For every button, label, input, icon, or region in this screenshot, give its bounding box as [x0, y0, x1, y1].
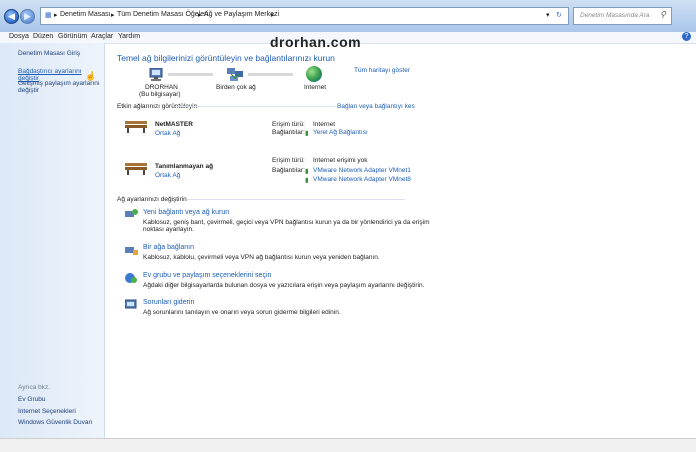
connect-disconnect-link[interactable]: Bağlan veya bağlantıyı kes — [337, 103, 415, 110]
see-also-firewall[interactable]: Windows Güvenlik Duvarı — [18, 419, 92, 426]
task-description: Ağ sorunlarını tanılayın ve onarın veya … — [143, 309, 341, 316]
task-description: Kablosuz, geniş bant, çevirmeli, geçici … — [143, 219, 430, 226]
see-also-homegroup[interactable]: Ev Grubu — [18, 396, 45, 403]
network-name: NetMASTER — [155, 121, 193, 128]
change-settings-title: Ağ ayarlarınızı değiştirin — [117, 196, 187, 203]
control-panel-icon: ▦ — [45, 12, 52, 19]
address-bar[interactable]: ▦ ▸ Denetim Masası ▸ Tüm Denetim Masası … — [40, 7, 569, 25]
menu-edit[interactable]: Düzen — [33, 33, 53, 40]
chevron-right-icon[interactable]: ▸ — [198, 11, 202, 19]
ethernet-icon: ▮ — [305, 177, 309, 184]
help-icon[interactable]: ? — [682, 32, 691, 41]
internet-label[interactable]: Internet — [304, 84, 326, 91]
globe-icon — [306, 66, 322, 82]
task-connect-network-link[interactable]: Bir ağa bağlanın — [143, 244, 194, 251]
connections-label: Bağlantılar: — [272, 129, 305, 136]
status-bar — [0, 438, 696, 452]
breadcrumb-control-panel[interactable]: Denetim Masası — [60, 11, 111, 18]
sidebar: Denetim Masası Giriş Bağdaştırıcı ayarla… — [0, 43, 105, 438]
breadcrumb-all-items[interactable]: Tüm Denetim Masası Öğeleri — [117, 11, 208, 18]
back-button[interactable]: ◀ — [4, 9, 19, 24]
forward-button[interactable]: ▶ — [20, 9, 35, 24]
task-troubleshoot-link[interactable]: Sorunları giderin — [143, 299, 194, 306]
sidebar-item-home[interactable]: Denetim Masası Giriş — [18, 50, 80, 57]
access-type-value: Internet — [313, 121, 336, 128]
task-homegroup-link[interactable]: Ev grubu ve paylaşım seçeneklerini seçin — [143, 272, 271, 279]
connection-link[interactable]: VMware Network Adapter VMnet1 — [313, 167, 411, 174]
sidebar-item-advanced-sharing-line2[interactable]: değiştir — [18, 87, 39, 94]
chevron-right-icon[interactable]: ▸ — [271, 11, 275, 19]
access-type-value: Internet erişimi yok — [313, 157, 368, 164]
address-toolbar: ◀ ▶ ▦ ▸ Denetim Masası ▸ Tüm Denetim Mas… — [0, 0, 696, 33]
connection-link[interactable]: VMware Network Adapter VMnet8 — [313, 176, 411, 183]
troubleshoot-icon — [124, 299, 138, 310]
search-icon[interactable]: ⚲ — [660, 10, 666, 19]
ethernet-icon: ▮ — [305, 130, 309, 137]
task-description: Kablosuz, kablolu, çevirmeli veya VPN ağ… — [143, 254, 380, 261]
network-name: Tanımlanmayan ağ — [155, 163, 214, 170]
section-divider — [175, 106, 335, 107]
map-connector — [168, 73, 213, 76]
menu-view[interactable]: Görünüm — [58, 33, 87, 40]
task-new-connection-link[interactable]: Yeni bağlantı veya ağ kurun — [143, 209, 229, 216]
see-also-internet-options[interactable]: Internet Seçenekleri — [18, 408, 76, 415]
homegroup-icon — [125, 273, 138, 284]
access-type-label: Erişim türü: — [272, 121, 305, 128]
ethernet-icon: ▮ — [305, 168, 309, 175]
network-type-link[interactable]: Ortak Ağ — [155, 130, 180, 137]
menu-help[interactable]: Yardım — [118, 33, 140, 40]
network-type-link[interactable]: Ortak Ağ — [155, 172, 180, 179]
chevron-right-icon[interactable]: ▸ — [54, 11, 58, 19]
page-title: Temel ağ bilgilerinizi görüntüleyin ve b… — [117, 53, 335, 63]
chevron-right-icon[interactable]: ▸ — [111, 11, 115, 19]
connections-label: Bağlantılar: — [272, 167, 305, 174]
computer-sub-label: (Bu bilgisayar) — [139, 91, 181, 98]
multiple-networks-label[interactable]: Birden çok ağ — [216, 84, 256, 91]
multiple-networks-icon — [226, 68, 244, 82]
sidebar-item-advanced-sharing[interactable]: Gelişmiş paylaşım ayarlarını — [18, 80, 100, 87]
map-connector — [248, 73, 293, 76]
connection-link[interactable]: Yerel Ağ Bağlantısı — [313, 129, 368, 136]
main-content: Temel ağ bilgilerinizi görüntüleyin ve b… — [105, 43, 696, 438]
breadcrumb-network-center[interactable]: Ağ ve Paylaşım Merkezi — [204, 11, 279, 18]
see-also-title: Ayrıca bkz. — [18, 384, 51, 391]
refresh-icon[interactable]: ↻ — [556, 11, 562, 19]
task-description: noktası ayarlayın. — [143, 226, 194, 233]
computer-name: DRORHAN — [145, 84, 178, 91]
dropdown-arrow-icon[interactable]: ▾ — [546, 11, 550, 19]
computer-icon — [148, 67, 166, 81]
public-network-bench-icon — [125, 161, 147, 175]
connect-network-icon — [125, 245, 138, 256]
new-connection-icon — [125, 209, 138, 220]
menu-file[interactable]: Dosya — [9, 33, 29, 40]
section-divider — [187, 199, 405, 200]
menu-tools[interactable]: Araçlar — [91, 33, 113, 40]
access-type-label: Erişim türü: — [272, 157, 305, 164]
search-box[interactable]: Denetim Masasında Ara ⚲ — [573, 7, 672, 25]
search-input[interactable]: Denetim Masasında Ara — [580, 12, 650, 19]
public-network-bench-icon — [125, 119, 147, 133]
full-map-link[interactable]: Tüm haritayı göster — [354, 67, 410, 74]
task-description: Ağdaki diğer bilgisayarlarda bulunan dos… — [143, 282, 425, 289]
